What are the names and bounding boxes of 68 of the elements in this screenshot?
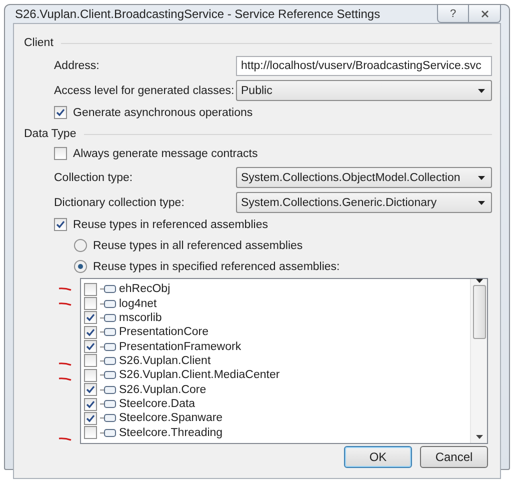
- assembly-icon: [100, 300, 116, 308]
- assembly-icon: [100, 328, 116, 336]
- caret-icon: [478, 200, 485, 204]
- checkbox[interactable]: [84, 311, 97, 324]
- dialog-button[interactable]: Cancel: [420, 446, 488, 468]
- dictionary-type-dropdown[interactable]: System.Collections.Generic.Dictionary: [236, 192, 492, 213]
- assembly-icon: [100, 414, 116, 422]
- assembly-icon: [100, 400, 116, 408]
- assembly-name[interactable]: S26.Vuplan.Client: [119, 354, 211, 367]
- caret-icon: [478, 176, 485, 180]
- checkbox[interactable]: [84, 426, 97, 440]
- checkmark-icon: [56, 108, 65, 117]
- checkmark-icon: [56, 220, 65, 229]
- group-heading: Client: [24, 37, 54, 49]
- assembly-icon: [100, 386, 116, 394]
- assembly-icon: [100, 342, 116, 351]
- caret-icon: [478, 88, 485, 92]
- group-heading: Data Type: [24, 128, 76, 140]
- assembly-name[interactable]: S26.Vuplan.Client.MediaCenter: [119, 369, 280, 382]
- assembly-icon: [100, 285, 116, 294]
- checkbox[interactable]: [54, 106, 67, 119]
- scroll-thumb[interactable]: [472, 285, 486, 339]
- checkbox[interactable]: [84, 340, 97, 354]
- field-label: Dictionary collection type:: [54, 196, 186, 208]
- access-level-dropdown[interactable]: Public: [236, 80, 492, 101]
- checkbox[interactable]: [84, 282, 97, 296]
- assembly-icon: [100, 371, 116, 380]
- dialog-button[interactable]: OK: [344, 446, 412, 468]
- radio-button[interactable]: [74, 260, 87, 273]
- checkbox[interactable]: [84, 412, 97, 425]
- assembly-name[interactable]: log4net: [119, 298, 157, 310]
- radio-label: Reuse types in all referenced assemblies: [93, 240, 303, 252]
- checkbox-label: Reuse types in referenced assemblies: [73, 218, 268, 230]
- close-button[interactable]: [469, 5, 501, 23]
- checkbox[interactable]: [54, 218, 67, 231]
- address-field[interactable]: http://localhost/vuserv/BroadcastingService.svc: [236, 56, 492, 76]
- assembly-name[interactable]: PresentationFramework: [119, 340, 242, 353]
- close-icon: [480, 10, 488, 18]
- assembly-name[interactable]: Steelcore.Threading: [119, 426, 223, 439]
- assembly-icon: [100, 314, 116, 322]
- help-button[interactable]: ?: [437, 5, 469, 23]
- scrollbar[interactable]: [470, 279, 487, 443]
- checkbox[interactable]: [54, 147, 67, 160]
- assembly-name[interactable]: S26.Vuplan.Core: [119, 384, 206, 396]
- checkbox-label: Generate asynchronous operations: [73, 106, 253, 118]
- assembly-name[interactable]: mscorlib: [119, 312, 162, 324]
- checkbox[interactable]: [84, 354, 97, 368]
- checkbox[interactable]: [84, 297, 97, 310]
- assembly-name[interactable]: ehRecObj: [119, 283, 170, 296]
- assembly-name[interactable]: Steelcore.Data: [119, 398, 196, 410]
- checkbox[interactable]: [84, 398, 97, 411]
- caret-icon: [476, 435, 482, 439]
- window-title: S26.Vuplan.Client.BroadcastingService - Service Reference Settings: [14, 7, 380, 21]
- assembly-name[interactable]: Steelcore.Spanware: [119, 412, 223, 424]
- field-label: Collection type:: [54, 172, 134, 184]
- assembly-icon: [100, 428, 116, 437]
- field-label: Access level for generated classes:: [54, 84, 236, 96]
- collection-type-dropdown[interactable]: System.Collections.ObjectModel.Collection: [236, 167, 492, 188]
- radio-label: Reuse types in specified referenced assemblies:: [93, 260, 340, 272]
- checkbox[interactable]: [84, 383, 97, 396]
- assembly-icon: [100, 356, 116, 365]
- checkbox-label: Always generate message contracts: [73, 148, 258, 160]
- checkbox[interactable]: [84, 368, 97, 382]
- checkbox[interactable]: [84, 326, 97, 339]
- caret-icon: [476, 279, 482, 283]
- assembly-name[interactable]: PresentationCore: [119, 326, 208, 338]
- radio-button[interactable]: [74, 239, 87, 252]
- field-label: Address:: [54, 60, 100, 72]
